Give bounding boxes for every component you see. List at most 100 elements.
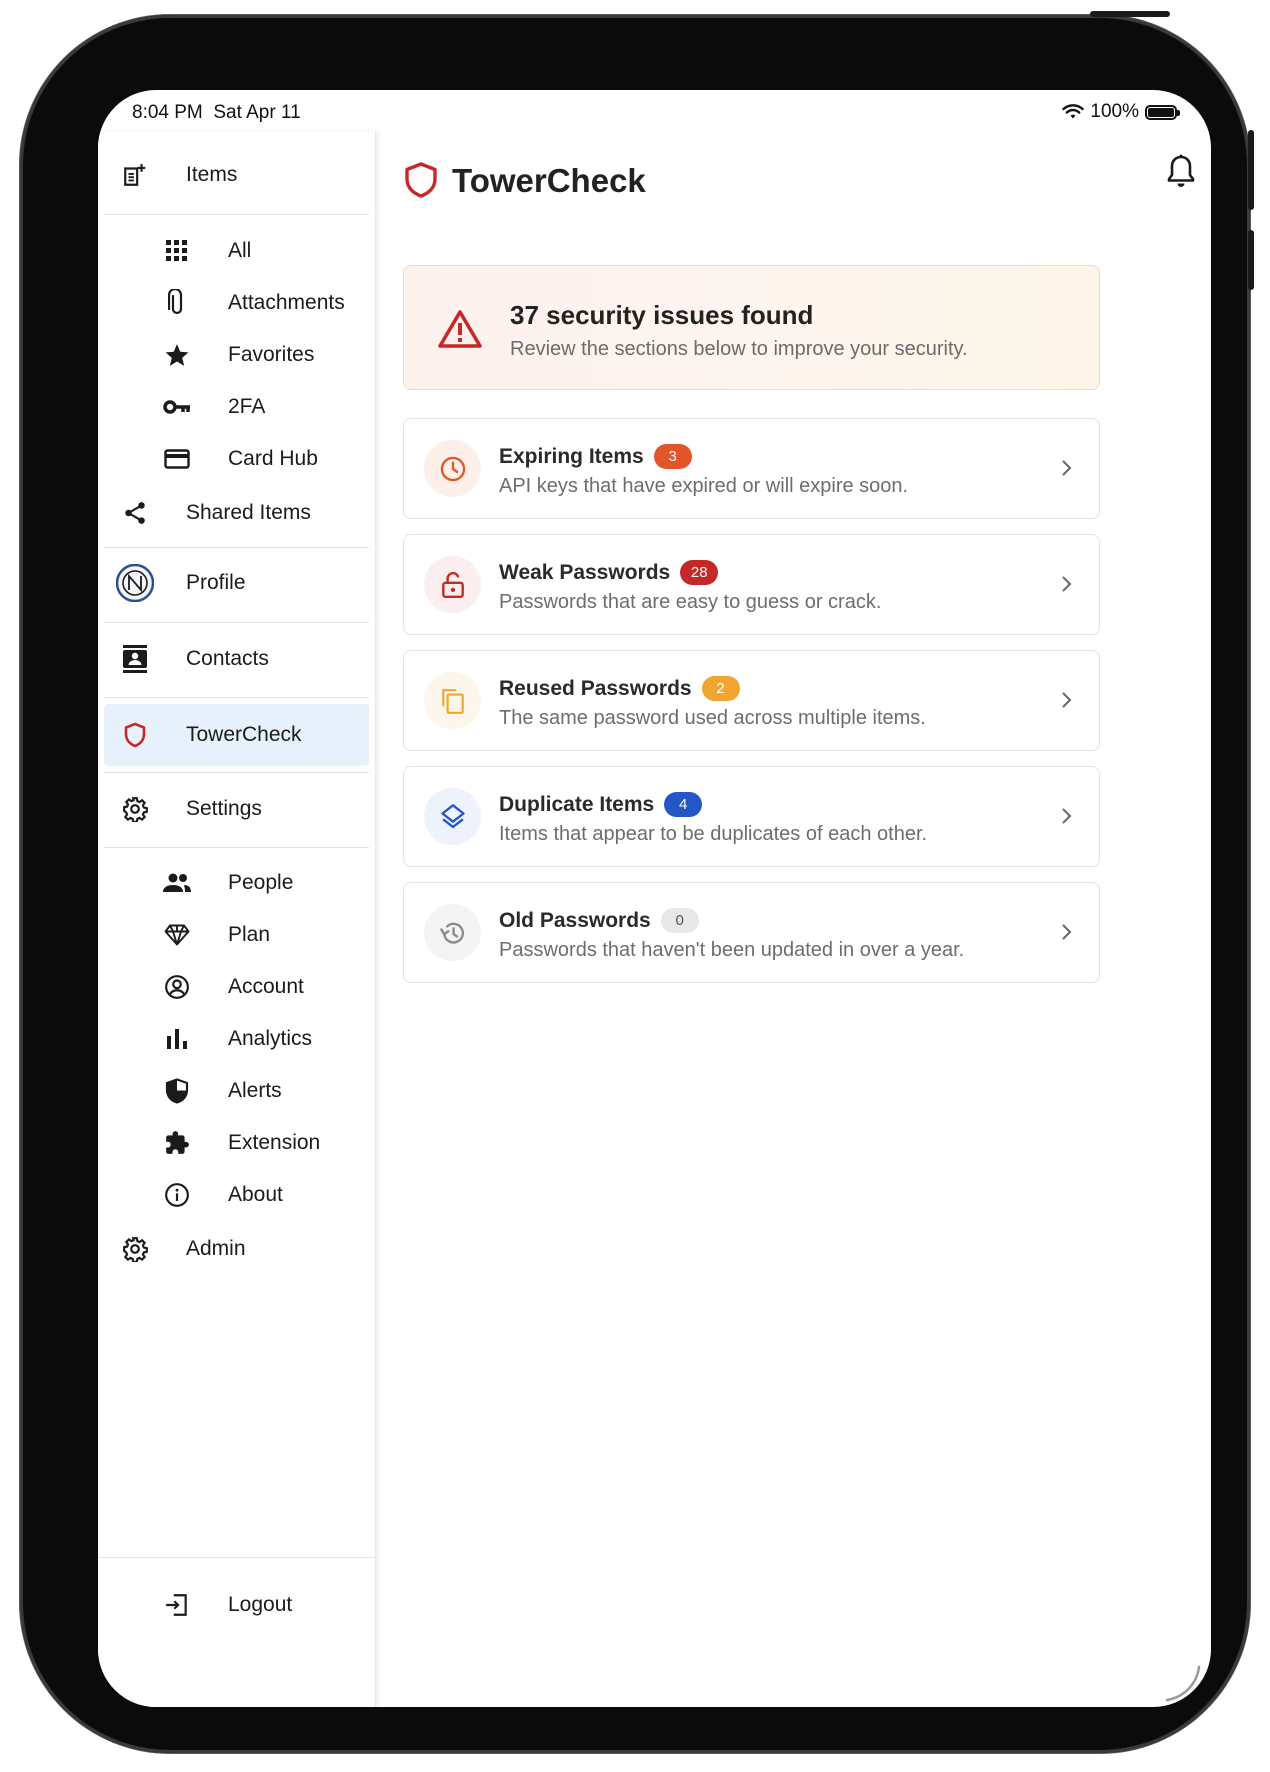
sidebar-item-items[interactable]: Items — [104, 144, 369, 206]
sidebar-item-label: Items — [186, 163, 238, 186]
history-icon — [439, 922, 464, 944]
note-add-icon — [120, 160, 150, 190]
sidebar-item-label: Alerts — [228, 1079, 282, 1102]
paperclip-icon — [162, 288, 192, 318]
resize-handle-icon — [1165, 1665, 1201, 1702]
card-duplicate-items[interactable]: Duplicate Items 4 Items that appear to b… — [403, 766, 1100, 867]
card-description: Passwords that haven't been updated in o… — [499, 939, 965, 961]
card-reused-passwords[interactable]: Reused Passwords 2 The same password use… — [403, 650, 1100, 751]
shield-icon — [405, 162, 437, 198]
status-time: 8:04 PM Sat Apr 11 — [132, 102, 301, 124]
sidebar-item-admin[interactable]: Admin — [104, 1218, 369, 1280]
gear-icon — [120, 794, 150, 824]
clock-icon — [440, 456, 465, 481]
sidebar-item-towercheck[interactable]: TowerCheck — [104, 704, 369, 766]
card-description: API keys that have expired or will expir… — [499, 475, 909, 497]
shield-half-icon — [162, 1076, 192, 1106]
sidebar-item-label: Plan — [228, 923, 271, 946]
sidebar-item-label: Favorites — [228, 343, 315, 366]
status-clock: 8:04 PM — [132, 102, 203, 123]
sidebar: Items All Attachments Favorites 2FA Card… — [98, 132, 376, 1707]
card-icon-bg — [424, 788, 481, 845]
sidebar-item-label: All — [228, 239, 252, 262]
sidebar-item-settings[interactable]: Settings — [104, 778, 369, 840]
page-title: TowerCheck — [452, 162, 646, 199]
people-icon — [162, 868, 192, 898]
divider — [98, 1557, 375, 1558]
divider — [104, 622, 369, 623]
main-content: TowerCheck 37 security issues found Revi… — [376, 132, 1211, 1707]
status-bar: 8:04 PM Sat Apr 11 100% — [98, 90, 1211, 132]
sidebar-item-about[interactable]: About — [104, 1164, 369, 1226]
diamond-icon — [162, 920, 192, 950]
sidebar-item-label: Analytics — [228, 1027, 313, 1050]
count-badge: 2 — [701, 676, 740, 701]
contacts-icon — [120, 644, 150, 674]
card-icon-bg — [424, 672, 481, 729]
card-description: Passwords that are easy to guess or crac… — [499, 591, 882, 613]
chevron-right-icon — [1062, 808, 1072, 824]
lock-open-icon — [441, 571, 464, 598]
sidebar-item-card-hub[interactable]: Card Hub — [104, 428, 369, 490]
gear-icon — [120, 1234, 150, 1264]
sidebar-item-label: TowerCheck — [186, 723, 302, 746]
chevron-right-icon — [1062, 460, 1072, 476]
card-expiring-items[interactable]: Expiring Items 3 API keys that have expi… — [403, 418, 1100, 519]
shield-icon — [120, 720, 150, 750]
divider — [104, 772, 369, 773]
card-weak-passwords[interactable]: Weak Passwords 28 Passwords that are eas… — [403, 534, 1100, 635]
banner-text: Review the sections below to improve you… — [510, 338, 968, 360]
battery-percent: 100% — [1090, 101, 1139, 122]
puzzle-icon — [162, 1128, 192, 1158]
key-icon — [162, 392, 192, 422]
sidebar-item-label: Settings — [186, 797, 262, 820]
warning-triangle-icon — [438, 310, 482, 348]
status-indicators: 100% — [1062, 101, 1180, 123]
layers-icon — [440, 803, 465, 828]
sidebar-item-label: 2FA — [228, 395, 266, 418]
sidebar-item-shared[interactable]: Shared Items — [104, 482, 369, 544]
power-button — [1248, 130, 1254, 210]
card-description: The same password used across multiple i… — [499, 707, 926, 729]
chevron-right-icon — [1062, 692, 1072, 708]
battery-fill — [1148, 107, 1174, 117]
count-badge: 3 — [653, 444, 692, 469]
volume-button — [1248, 230, 1254, 290]
security-summary-banner: 37 security issues found Review the sect… — [403, 265, 1100, 390]
grid-icon — [162, 236, 192, 266]
count-badge: 28 — [680, 560, 719, 585]
card-title-text: Expiring Items — [499, 444, 644, 468]
share-icon — [120, 498, 150, 528]
avatar-icon — [116, 564, 154, 602]
bell-icon[interactable] — [1165, 154, 1197, 188]
chevron-right-icon — [1062, 576, 1072, 592]
sidebar-item-label: Logout — [228, 1593, 293, 1616]
star-icon — [162, 340, 192, 370]
info-icon — [162, 1180, 192, 1210]
screen: 8:04 PM Sat Apr 11 100% Items All Attach… — [98, 90, 1211, 1707]
logout-button[interactable]: Logout — [104, 1574, 369, 1636]
card-title: Old Passwords 0 — [499, 908, 699, 933]
sidebar-item-profile[interactable]: Profile — [104, 552, 369, 614]
sidebar-item-label: Admin — [186, 1237, 246, 1260]
chevron-right-icon — [1062, 924, 1072, 940]
sidebar-item-label: About — [228, 1183, 283, 1206]
battery-icon — [1145, 104, 1180, 120]
card-old-passwords[interactable]: Old Passwords 0 Passwords that haven't b… — [403, 882, 1100, 983]
credit-card-icon — [162, 444, 192, 474]
logout-icon — [162, 1590, 192, 1620]
card-title: Expiring Items 3 — [499, 444, 692, 469]
wifi-icon — [1062, 104, 1085, 119]
copy-icon — [441, 688, 464, 714]
sidebar-item-label: Contacts — [186, 647, 269, 670]
divider — [104, 547, 369, 548]
divider — [104, 214, 369, 215]
divider — [104, 847, 369, 848]
card-icon-bg — [424, 904, 481, 961]
card-title: Weak Passwords 28 — [499, 560, 719, 585]
card-title: Duplicate Items 4 — [499, 792, 703, 817]
sidebar-item-contacts[interactable]: Contacts — [104, 628, 369, 690]
card-title-text: Duplicate Items — [499, 792, 655, 816]
card-title: Reused Passwords 2 — [499, 676, 740, 701]
card-description: Items that appear to be duplicates of ea… — [499, 823, 928, 845]
